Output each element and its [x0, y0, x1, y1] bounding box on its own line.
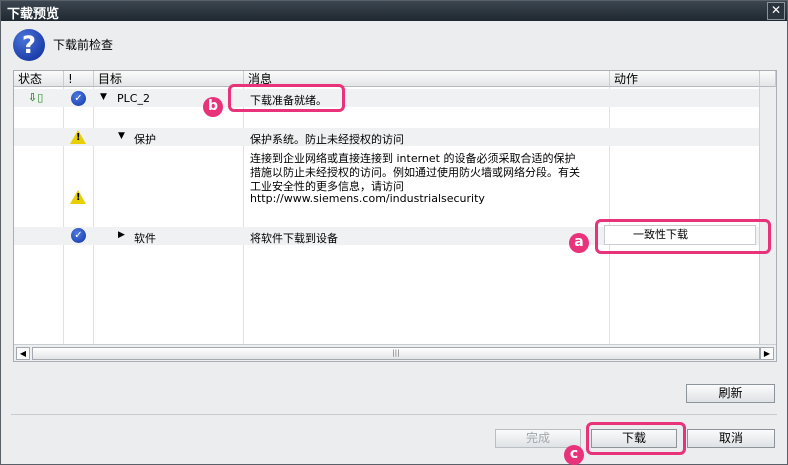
callout-a	[595, 219, 771, 254]
grid-line	[93, 87, 94, 345]
window-title: 下载预览	[7, 7, 60, 22]
title-bar: 下载预览 ✕	[1, 1, 787, 22]
column-target[interactable]: 目标	[94, 71, 244, 87]
column-status[interactable]: 状态	[14, 71, 64, 87]
target-protection: 保护	[134, 133, 156, 146]
message-software: 将软件下载到设备	[250, 232, 338, 245]
scroll-thumb[interactable]: |||	[32, 347, 760, 360]
badge-c: c	[564, 445, 584, 465]
grid-line	[63, 87, 64, 345]
target-plc: PLC_2	[117, 92, 150, 105]
table-row[interactable]: ! ▼ 保护 保护系统。防止未经授权的访问	[14, 128, 759, 146]
table-row[interactable]: ⇩▯ ✓ ▼ PLC_2 下载准备就绪。	[14, 89, 759, 107]
question-icon: ?	[13, 29, 45, 61]
check-icon: ✓	[71, 228, 86, 243]
check-grid: 状态 ! 目标 消息 动作 ⇩▯ ✓ ▼ PLC_2 下载准备就绪。 ! ▼ 保…	[13, 70, 777, 362]
footer-divider	[11, 414, 777, 415]
check-warning-icon: ✓	[71, 91, 86, 106]
badge-a: a	[569, 233, 589, 253]
download-preview-dialog: 下载预览 ✕ ? 下载前检查 状态 ! 目标 消息 动作 ⇩▯ ✓ ▼ PLC_…	[0, 0, 788, 465]
message-protection: 保护系统。防止未经授权的访问	[250, 133, 404, 146]
expand-triangle-icon[interactable]: ▶	[118, 230, 125, 240]
grid-line	[609, 87, 610, 345]
warning-icon: !	[70, 130, 86, 144]
target-software: 软件	[134, 232, 156, 245]
table-row[interactable]: ! 连接到企业网络或直接连接到 internet 的设备必须采取合适的保护 措施…	[14, 150, 759, 208]
column-filler	[760, 71, 776, 87]
download-status-icon: ⇩▯	[28, 91, 44, 104]
vertical-scrollbar[interactable]	[759, 87, 776, 345]
cancel-button[interactable]: 取消	[687, 429, 775, 448]
close-button[interactable]: ✕	[767, 2, 785, 20]
callout-b	[228, 84, 345, 112]
badge-b: b	[203, 97, 223, 117]
callout-c	[586, 422, 686, 455]
scroll-left-icon[interactable]: ◀	[16, 347, 30, 360]
warning-icon: !	[70, 190, 86, 204]
message-security-link[interactable]: http://www.siemens.com/industrialsecurit…	[250, 192, 485, 205]
refresh-button[interactable]: 刷新	[686, 384, 775, 403]
horizontal-scrollbar[interactable]: ◀ ||| ▶	[14, 344, 776, 361]
column-exclamation[interactable]: !	[64, 71, 94, 87]
collapse-triangle-icon[interactable]: ▼	[100, 92, 107, 102]
header-title: 下载前检查	[53, 38, 114, 52]
scroll-right-icon[interactable]: ▶	[760, 347, 774, 360]
column-action[interactable]: 动作	[610, 71, 760, 87]
collapse-triangle-icon[interactable]: ▼	[118, 131, 125, 141]
finish-button[interactable]: 完成	[495, 429, 581, 448]
grid-line	[243, 87, 244, 345]
